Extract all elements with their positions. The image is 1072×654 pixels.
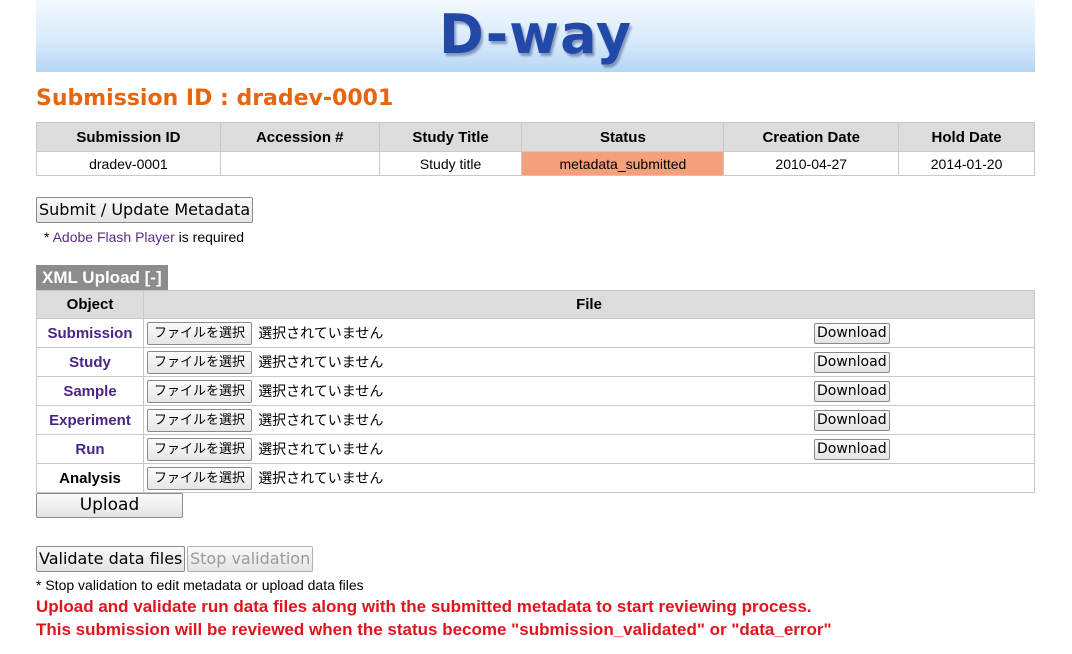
col-creation-date: Creation Date <box>723 122 900 152</box>
choose-file-button[interactable]: ファイルを選択 <box>147 408 253 432</box>
review-warning-1: Upload and validate run data files along… <box>36 597 812 616</box>
col-hold-date: Hold Date <box>898 122 1035 152</box>
upload-header-row: Object File <box>36 290 1035 319</box>
submit-update-metadata-button[interactable]: Submit / Update Metadata <box>36 197 254 223</box>
upload-row-run: Run ファイルを選択 選択されていません Download <box>36 434 1035 464</box>
choose-file-button[interactable]: ファイルを選択 <box>147 437 253 461</box>
choose-file-button[interactable]: ファイルを選択 <box>147 321 253 345</box>
upload-row-sample: Sample ファイルを選択 選択されていません Download <box>36 376 1035 406</box>
download-button[interactable]: Download <box>814 381 890 402</box>
dway-logo: D-way <box>438 3 633 66</box>
hold-date-value: 2014-01-20 <box>898 151 1035 176</box>
file-cell: ファイルを選択 選択されていません Download <box>143 405 1035 435</box>
download-button[interactable]: Download <box>814 323 890 344</box>
col-submission-id: Submission ID <box>36 122 221 152</box>
object-link-submission[interactable]: Submission <box>36 318 144 348</box>
submission-info-table: Submission ID Accession # Study Title St… <box>36 122 1035 176</box>
col-file: File <box>143 290 1035 319</box>
table-row: dradev-0001 Study title metadata_submitt… <box>36 151 1035 176</box>
xml-upload-toggle[interactable]: XML Upload [-] <box>36 265 168 290</box>
file-cell: ファイルを選択 選択されていません Download <box>143 434 1035 464</box>
submission-id-value: dradev-0001 <box>36 151 221 176</box>
page-title: Submission ID : dradev-0001 <box>36 86 394 111</box>
object-link-study[interactable]: Study <box>36 347 144 377</box>
object-link-sample[interactable]: Sample <box>36 376 144 406</box>
xml-upload-table: Object File Submission ファイルを選択 選択されていません… <box>36 290 1035 493</box>
col-study-title: Study Title <box>378 122 523 152</box>
no-file-selected-text: 選択されていません <box>258 384 384 400</box>
download-button[interactable]: Download <box>814 439 890 460</box>
creation-date-value: 2010-04-27 <box>723 151 900 176</box>
stop-validation-note: * Stop validation to edit metadata or up… <box>36 577 364 593</box>
upload-row-experiment: Experiment ファイルを選択 選択されていません Download <box>36 405 1035 435</box>
upload-row-submission: Submission ファイルを選択 選択されていません Download <box>36 318 1035 348</box>
object-label-analysis: Analysis <box>36 463 144 493</box>
upload-row-analysis: Analysis ファイルを選択 選択されていません <box>36 463 1035 493</box>
object-link-run[interactable]: Run <box>36 434 144 464</box>
choose-file-button[interactable]: ファイルを選択 <box>147 350 253 374</box>
file-cell: ファイルを選択 選択されていません Download <box>143 318 1035 348</box>
col-accession: Accession # <box>219 122 380 152</box>
no-file-selected-text: 選択されていません <box>258 413 384 429</box>
file-cell: ファイルを選択 選択されていません Download <box>143 347 1035 377</box>
col-status: Status <box>521 122 725 152</box>
no-file-selected-text: 選択されていません <box>258 442 384 458</box>
no-file-selected-text: 選択されていません <box>258 326 384 342</box>
file-cell: ファイルを選択 選択されていません Download <box>143 376 1035 406</box>
no-file-selected-text: 選択されていません <box>258 355 384 371</box>
table-header-row: Submission ID Accession # Study Title St… <box>36 122 1035 152</box>
col-object: Object <box>36 290 144 319</box>
object-link-experiment[interactable]: Experiment <box>36 405 144 435</box>
validate-data-files-button[interactable]: Validate data files <box>36 546 186 572</box>
stop-validation-button[interactable]: Stop validation <box>187 546 314 572</box>
study-title-value: Study title <box>378 151 523 176</box>
accession-value <box>219 151 380 176</box>
no-file-selected-text: 選択されていません <box>258 471 384 487</box>
flash-requirement-note: * Adobe Flash Player is required <box>44 229 244 245</box>
file-cell: ファイルを選択 選択されていません <box>143 463 1035 493</box>
review-warning-2: This submission will be reviewed when th… <box>36 620 832 639</box>
status-badge: metadata_submitted <box>521 151 725 176</box>
flash-note-suffix: is required <box>174 229 245 245</box>
download-button[interactable]: Download <box>814 352 890 373</box>
choose-file-button[interactable]: ファイルを選択 <box>147 379 253 403</box>
choose-file-button[interactable]: ファイルを選択 <box>147 466 253 490</box>
download-button[interactable]: Download <box>814 410 890 431</box>
flash-note-prefix: * <box>44 229 53 245</box>
upload-button[interactable]: Upload <box>36 493 183 518</box>
header-banner: D-way <box>36 0 1035 72</box>
upload-row-study: Study ファイルを選択 選択されていません Download <box>36 347 1035 377</box>
adobe-flash-link[interactable]: Adobe Flash Player <box>53 229 175 245</box>
